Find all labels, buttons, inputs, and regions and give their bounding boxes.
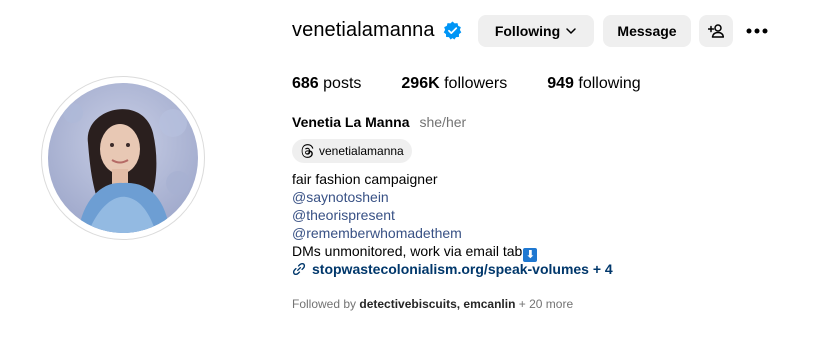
followers-stat[interactable]: 296K followers [401,75,507,93]
following-button[interactable]: Following [478,15,594,47]
profile-stats: 686 posts 296K followers 949 following [292,75,681,93]
pronouns: she/her [419,114,467,130]
bio-mention[interactable]: @rememberwhomadethem [292,224,613,242]
threads-icon [300,144,314,158]
bio-dms-text: DMs unmonitored, work via email tab [292,243,523,259]
followers-count: 296K [401,75,440,92]
followed-by-suffix: + 20 more [518,297,574,311]
following-count: 949 [547,75,574,92]
verified-badge-icon [443,21,462,40]
add-person-icon [708,23,724,39]
name-row: Venetia La Manna she/her [292,114,466,130]
chevron-down-icon [565,25,577,37]
avatar-image [48,83,198,233]
username: venetialamanna [292,19,435,41]
followed-by[interactable]: Followed by detectivebiscuits, emcanlin … [292,297,573,311]
posts-count: 686 [292,75,319,92]
more-options-icon[interactable] [745,22,769,40]
following-stat[interactable]: 949 following [547,75,640,93]
bio-mention[interactable]: @saynotoshein [292,188,613,206]
link-icon [292,262,306,276]
message-button[interactable]: Message [603,15,691,47]
bio-mention[interactable]: @theorispresent [292,206,613,224]
message-button-label: Message [617,23,677,39]
avatar[interactable] [48,83,198,233]
posts-label: posts [323,75,362,92]
suggested-accounts-button[interactable] [699,15,733,47]
bio-link-text: stopwastecolonialism.org/speak-volumes +… [312,261,613,277]
following-label: following [578,75,641,92]
threads-handle: venetialamanna [319,144,404,158]
followed-by-names: detectivebiscuits, emcanlin [359,297,516,311]
profile-header: venetialamanna [292,14,462,47]
followers-label: followers [444,75,508,92]
followed-by-prefix: Followed by [292,297,357,311]
bio: fair fashion campaigner @saynotoshein @t… [292,170,613,278]
threads-badge[interactable]: venetialamanna [292,139,412,163]
bio-line-dms: DMs unmonitored, work via email tab ⬇ [292,242,613,262]
bio-link[interactable]: stopwastecolonialism.org/speak-volumes +… [292,260,613,278]
full-name: Venetia La Manna [292,114,410,130]
following-button-label: Following [494,23,561,39]
avatar-ring[interactable] [41,76,205,240]
bio-line: fair fashion campaigner [292,171,438,187]
posts-stat: 686 posts [292,75,361,93]
